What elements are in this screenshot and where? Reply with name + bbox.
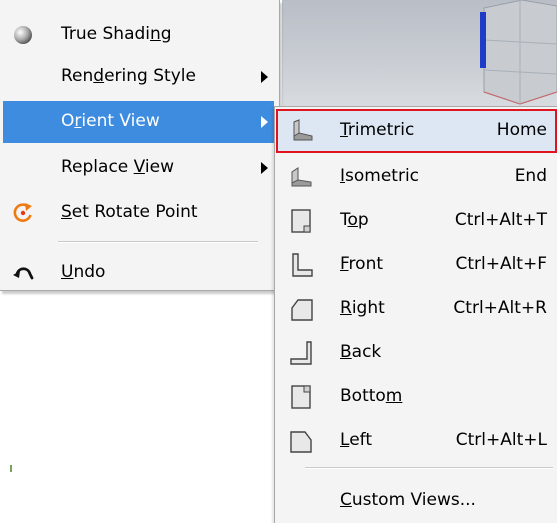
submenu-item-top[interactable]: Top Ctrl+Alt+T [276, 199, 557, 243]
left-view-icon [288, 428, 314, 454]
rotate-point-icon [11, 201, 35, 225]
submenu-item-label: Left [340, 430, 372, 450]
shortcut-label: Ctrl+Alt+L [455, 430, 547, 450]
menu-item-rendering-style[interactable]: Rendering Style [3, 56, 274, 98]
top-view-icon [288, 208, 314, 234]
submenu-item-front[interactable]: Front Ctrl+Alt+F [276, 243, 557, 287]
model-preview [480, 0, 557, 105]
submenu-arrow-icon [261, 162, 268, 174]
submenu-item-right[interactable]: Right Ctrl+Alt+R [276, 287, 557, 331]
submenu-item-bottom[interactable]: Bottom [276, 375, 557, 419]
submenu-item-trimetric[interactable]: Trimetric Home [276, 109, 557, 153]
menu-item-label: Rendering Style [61, 66, 196, 86]
sphere-shading-icon [11, 23, 35, 47]
submenu-item-label: Right [340, 298, 385, 318]
submenu-item-label: Custom Views... [340, 490, 476, 510]
bottom-view-icon [288, 384, 314, 410]
submenu-item-back[interactable]: Back [276, 331, 557, 375]
menu-item-label: Undo [61, 262, 106, 282]
right-view-icon [288, 296, 314, 322]
submenu-item-isometric[interactable]: Isometric End [276, 155, 557, 199]
back-view-icon [288, 340, 314, 366]
menu-item-label: Set Rotate Point [61, 202, 198, 222]
submenu-arrow-icon [261, 71, 268, 83]
shortcut-label: Home [496, 120, 547, 140]
menu-item-label: Orient View [61, 111, 160, 131]
menu-item-undo[interactable]: Undo [3, 252, 274, 294]
menu-separator [58, 241, 258, 243]
shortcut-label: Ctrl+Alt+F [455, 254, 547, 274]
trimetric-view-icon [288, 118, 314, 144]
menu-item-replace-view[interactable]: Replace View [3, 147, 274, 189]
tick-mark [10, 465, 12, 472]
menu-item-orient-view[interactable]: Orient View [3, 101, 274, 143]
shortcut-label: Ctrl+Alt+T [454, 210, 547, 230]
menu-item-label: True Shading [61, 24, 172, 44]
orient-view-submenu: Trimetric Home Isometric End Top Ctrl+Al… [274, 106, 557, 523]
isometric-view-icon [288, 164, 314, 190]
submenu-arrow-icon [261, 116, 268, 128]
menu-item-set-rotate-point[interactable]: Set Rotate Point [3, 192, 274, 234]
menu-item-label: Replace View [61, 157, 175, 177]
front-view-icon [288, 252, 314, 278]
shortcut-label: End [514, 166, 547, 186]
submenu-item-label: Back [340, 342, 382, 362]
context-menu: True Shading Rendering Style Orient View… [0, 0, 280, 291]
submenu-separator [305, 467, 553, 469]
submenu-item-left[interactable]: Left Ctrl+Alt+L [276, 419, 557, 463]
submenu-item-custom-views[interactable]: Custom Views... [276, 479, 557, 523]
menu-item-true-shading[interactable]: True Shading [3, 14, 274, 56]
submenu-item-label: Bottom [340, 386, 403, 406]
submenu-item-label: Front [340, 254, 384, 274]
shortcut-label: Ctrl+Alt+R [453, 298, 547, 318]
submenu-item-label: Isometric [340, 166, 420, 186]
submenu-item-label: Top [340, 210, 369, 230]
submenu-item-label: Trimetric [340, 120, 415, 140]
undo-icon [11, 261, 35, 285]
